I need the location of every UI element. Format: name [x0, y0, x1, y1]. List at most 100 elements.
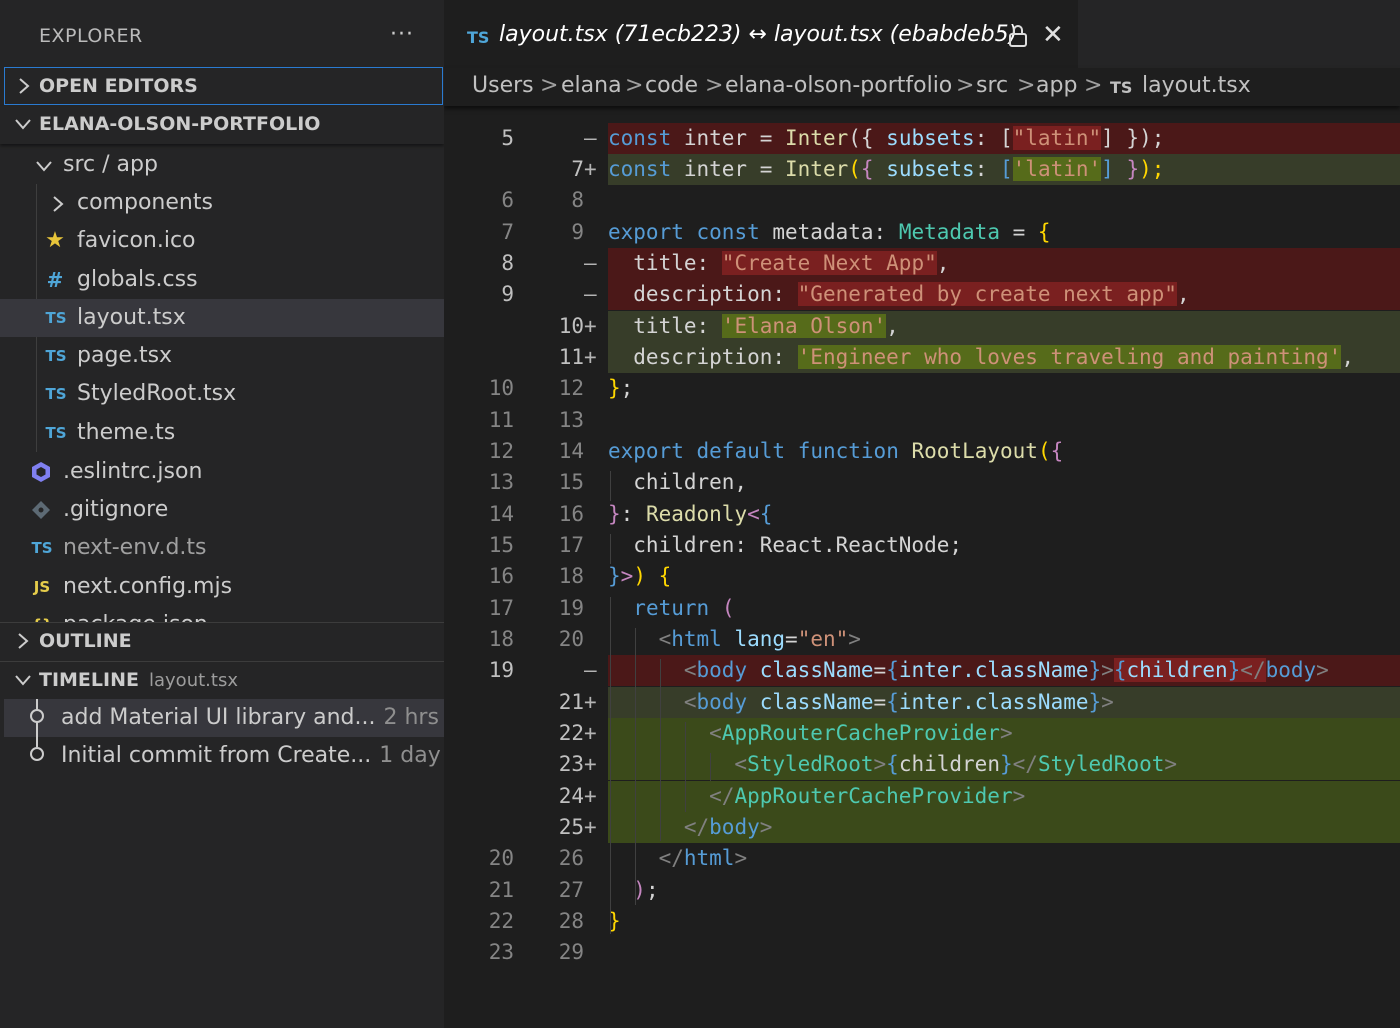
indent-guide: [610, 471, 611, 501]
code-line: 10 12 };: [488, 376, 634, 400]
code-line: 21 27 );: [488, 878, 659, 902]
breadcrumb-separator: >: [625, 73, 644, 98]
code-line: 11 13: [488, 408, 584, 432]
code-line-deleted: 9 — description: "Generated by create ne…: [444, 279, 1400, 311]
code-line: 13 15 children,: [488, 470, 748, 494]
code-line: 17 19 return (: [488, 596, 735, 620]
explorer-title: EXPLORER: [39, 25, 143, 47]
code-line: 18 20 <html lang="en">: [488, 627, 861, 651]
tree-label: src / app: [63, 152, 158, 177]
breadcrumb-item[interactable]: layout.tsx: [1142, 73, 1251, 98]
breadcrumb-item[interactable]: Users: [472, 73, 534, 98]
code-line: 12 14 export default function RootLayout(…: [488, 439, 1064, 463]
code-line-inserted: 10 + title: 'Elana Olson',: [444, 311, 1400, 343]
timeline-label: add Material UI library and... 2 hrs: [61, 705, 439, 730]
more-actions-icon[interactable]: ···: [390, 22, 414, 47]
code-line: 22 28 }: [488, 909, 621, 933]
code-line: 15 17 children: React.ReactNode;: [488, 533, 963, 557]
eslint-icon: [32, 462, 50, 482]
tree-label: .eslintrc.json: [63, 459, 203, 484]
tree-label: components: [77, 190, 213, 215]
code-line-inserted: 23 + <StyledRoot>{children}</StyledRoot>: [444, 749, 1400, 781]
breadcrumb-separator: >: [540, 73, 559, 98]
chevron-right-icon: [19, 78, 30, 94]
commit-node-icon: [30, 747, 44, 761]
tree-label: theme.ts: [77, 420, 176, 445]
tree-label: .gitignore: [63, 497, 169, 522]
tree-file-globals-css[interactable]: # globals.css: [0, 261, 444, 299]
lock-icon[interactable]: [1007, 24, 1029, 48]
breadcrumb-item[interactable]: elana-olson-portfolio: [725, 73, 952, 98]
breadcrumb-separator: >: [1017, 73, 1036, 98]
tree-folder-src-app[interactable]: src / app: [0, 146, 444, 184]
timeline-item[interactable]: Initial commit from Create... 1 day: [4, 737, 444, 775]
timeline-file: layout.tsx: [149, 670, 238, 691]
code-line-deleted: 19 — <body className={inter.className}>{…: [444, 655, 1400, 687]
chevron-down-icon: [15, 675, 31, 686]
js-icon: JS: [33, 578, 51, 596]
tree-file-next-config[interactable]: JS next.config.mjs: [0, 568, 444, 606]
section-label: ELANA-OLSON-PORTFOLIO: [39, 113, 321, 135]
tree-file-favicon[interactable]: ★ favicon.ico: [0, 222, 444, 260]
tree-label: globals.css: [77, 267, 198, 292]
tree-file-page-tsx[interactable]: TS page.tsx: [0, 337, 444, 375]
star-icon: ★: [45, 228, 65, 253]
code-line: 14 16 }: Readonly<{: [488, 502, 773, 526]
indent-guide: [610, 597, 611, 934]
hash-icon: #: [46, 268, 64, 292]
ts-icon: TS: [45, 347, 67, 365]
section-timeline[interactable]: TIMELINE layout.tsx: [0, 661, 444, 699]
explorer-header: EXPLORER ···: [0, 0, 444, 68]
section-label: OUTLINE: [39, 630, 132, 652]
section-label: OPEN EDITORS: [39, 75, 198, 97]
indent-guide: [610, 534, 611, 564]
code-line-inserted: 11 + description: 'Engineer who loves tr…: [444, 342, 1400, 374]
tree-file-gitignore[interactable]: .gitignore: [0, 491, 444, 529]
tree-file-package-json[interactable]: {} package.json: [0, 606, 444, 622]
ts-icon: TS: [45, 385, 67, 403]
tab-title: layout.tsx (71ecb223) ↔ layout.tsx (ebab…: [499, 22, 1018, 47]
code-line: 16 18 }>) {: [488, 564, 672, 588]
chevron-down-icon: [36, 161, 52, 172]
explorer-sidebar: EXPLORER ··· OPEN EDITORS ELANA-OLSON-PO…: [0, 0, 444, 1028]
section-project[interactable]: ELANA-OLSON-PORTFOLIO: [0, 106, 444, 144]
git-icon: [32, 501, 50, 519]
chevron-right-icon: [53, 196, 64, 212]
breadcrumb-separator: >: [1084, 73, 1103, 98]
ts-icon: TS: [467, 28, 490, 47]
timeline-line: [36, 737, 38, 747]
code-line-inserted: 22 + <AppRouterCacheProvider>: [444, 718, 1400, 750]
breadcrumb-separator: >: [705, 73, 724, 98]
breadcrumb-item[interactable]: code: [645, 73, 698, 98]
ts-icon: TS: [31, 539, 53, 557]
breadcrumb-item[interactable]: elana: [561, 73, 622, 98]
code-line-inserted: 25 + </body>: [444, 812, 1400, 844]
breadcrumb-item[interactable]: app: [1036, 73, 1077, 98]
tree-file-styledroot-tsx[interactable]: TS StyledRoot.tsx: [0, 375, 444, 413]
breadcrumb-item[interactable]: src: [976, 73, 1008, 98]
breadcrumb: Users > elana > code > elana-olson-portf…: [444, 68, 1400, 106]
code-line: 79 export const metadata: Metadata = {: [501, 220, 1051, 244]
section-outline[interactable]: OUTLINE: [0, 622, 444, 660]
breadcrumb-separator: >: [956, 73, 975, 98]
section-open-editors[interactable]: OPEN EDITORS: [4, 67, 443, 105]
code-line: 23 29: [488, 940, 584, 964]
timeline-item[interactable]: add Material UI library and... 2 hrs: [4, 699, 444, 737]
tree-file-theme-ts[interactable]: TS theme.ts: [0, 414, 444, 452]
close-icon[interactable]: ✕: [1042, 20, 1064, 50]
tab-layout-diff[interactable]: TS layout.tsx (71ecb223) ↔ layout.tsx (e…: [444, 0, 1078, 68]
tree-file-eslintrc[interactable]: .eslintrc.json: [0, 453, 444, 491]
tree-folder-components[interactable]: components: [0, 184, 444, 222]
tree-file-next-env[interactable]: TS next-env.d.ts: [0, 529, 444, 567]
tree-label: layout.tsx: [77, 305, 186, 330]
commit-node-icon: [30, 709, 44, 723]
code-line-inserted: 21 + <body className={inter.className}>: [444, 687, 1400, 719]
tree-file-layout-tsx[interactable]: TS layout.tsx: [0, 299, 444, 337]
tree-label: package.json: [63, 612, 208, 622]
diff-editor: TS layout.tsx (71ecb223) ↔ layout.tsx (e…: [444, 0, 1400, 1028]
timeline-time: 1 day: [379, 743, 441, 768]
ts-icon: TS: [45, 424, 67, 442]
code-area[interactable]: 46 5 — const inter = Inter({ subsets: ["…: [444, 82, 1400, 1028]
tree-label: favicon.ico: [77, 228, 196, 253]
code-line-inserted: 7 + const inter = Inter({ subsets: ['lat…: [444, 154, 1400, 186]
